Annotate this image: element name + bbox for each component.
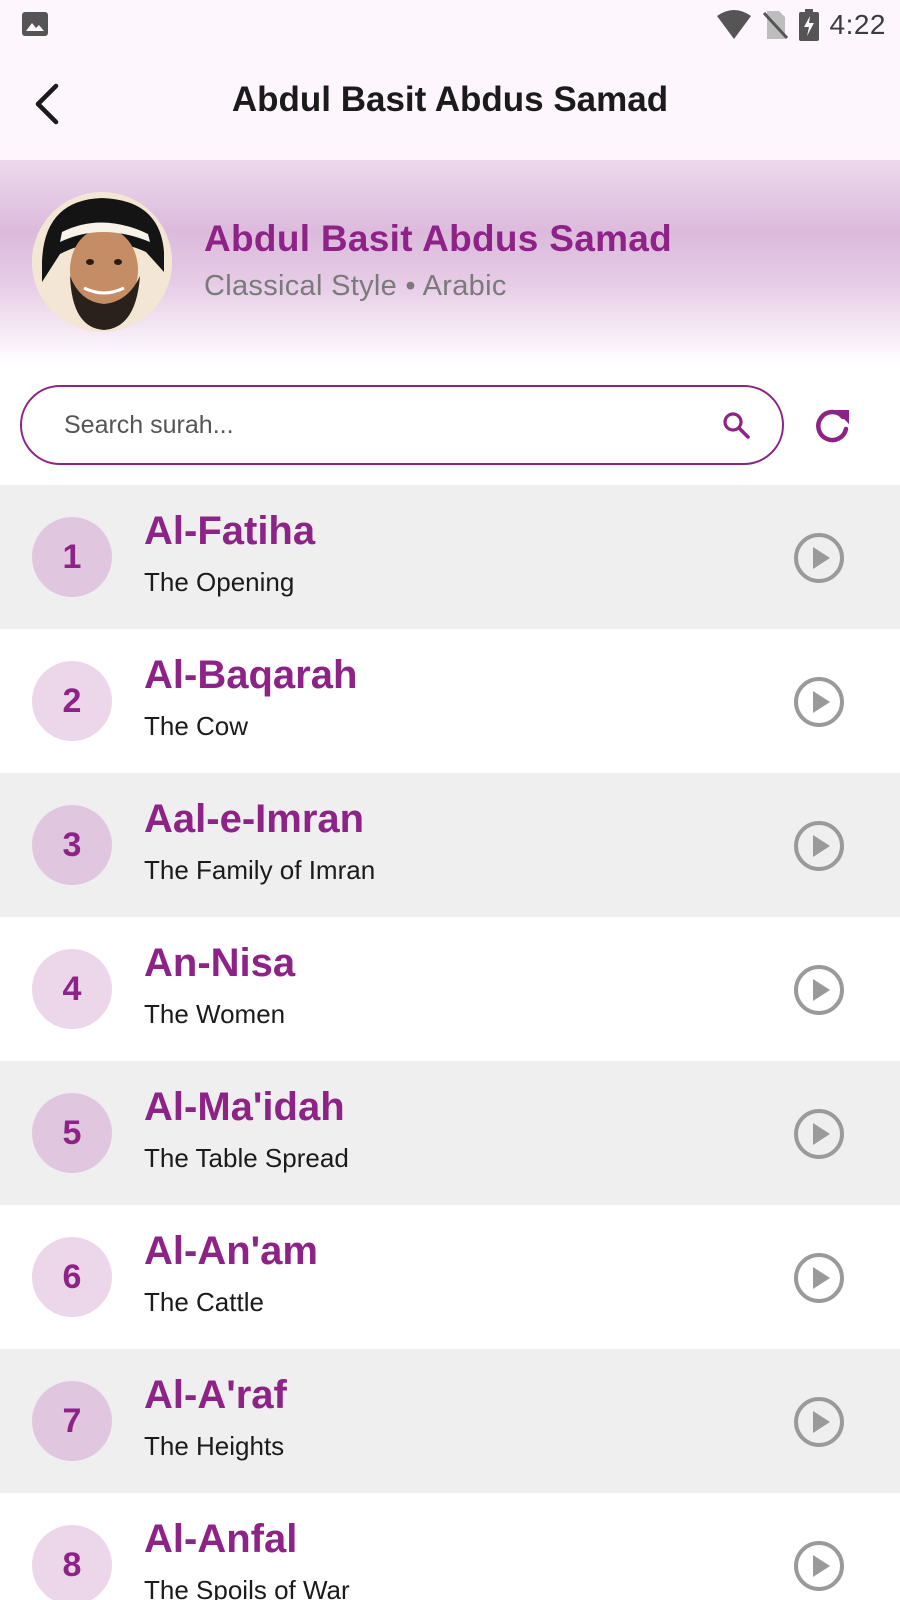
search-icon[interactable] — [720, 409, 752, 441]
play-button[interactable] — [792, 1539, 846, 1593]
surah-number-badge: 8 — [32, 1525, 112, 1600]
surah-meaning: The Heights — [144, 1431, 285, 1461]
surah-number-badge: 1 — [32, 517, 112, 597]
play-circle-icon — [794, 1397, 844, 1447]
play-button[interactable] — [792, 819, 846, 873]
search-input[interactable] — [64, 410, 720, 440]
play-button[interactable] — [792, 1251, 846, 1305]
surah-row[interactable]: 8 Al-Anfal The Spoils of War — [0, 1493, 900, 1600]
surah-number-badge: 4 — [32, 949, 112, 1029]
surah-meaning: The Family of Imran — [144, 855, 376, 885]
status-icons: 4:22 — [716, 8, 887, 42]
surah-name: Al-Ma'idah — [144, 1085, 345, 1129]
avatar-image — [32, 192, 172, 332]
surah-meaning: The Spoils of War — [144, 1575, 350, 1600]
surah-number-badge: 6 — [32, 1237, 112, 1317]
surah-name: Aal-e-Imran — [144, 797, 365, 841]
surah-row[interactable]: 1 Al-Fatiha The Opening — [0, 485, 900, 629]
status-bar: 4:22 — [0, 0, 900, 50]
surah-row[interactable]: 4 An-Nisa The Women — [0, 917, 900, 1061]
play-circle-icon — [794, 1541, 844, 1591]
surah-number-badge: 5 — [32, 1093, 112, 1173]
surah-name: Al-Baqarah — [144, 653, 358, 697]
surah-row[interactable]: 2 Al-Baqarah The Cow — [0, 629, 900, 773]
page-title: Abdul Basit Abdus Samad — [231, 80, 669, 119]
surah-name: Al-Fatiha — [144, 509, 316, 553]
surah-row[interactable]: 3 Aal-e-Imran The Family of Imran — [0, 773, 900, 917]
surah-number-badge: 7 — [32, 1381, 112, 1461]
image-icon — [22, 12, 48, 36]
wifi-icon — [716, 10, 751, 39]
play-circle-icon — [794, 821, 844, 871]
surah-meaning: The Table Spread — [144, 1143, 349, 1173]
surah-meaning: The Women — [144, 999, 286, 1029]
play-circle-icon — [794, 533, 844, 583]
surah-name: Al-A'raf — [144, 1373, 287, 1417]
surah-meaning: The Opening — [144, 567, 295, 597]
no-sim-icon — [762, 11, 788, 40]
surah-number-badge: 3 — [32, 805, 112, 885]
play-circle-icon — [794, 1109, 844, 1159]
play-circle-icon — [794, 677, 844, 727]
surah-meaning: The Cattle — [144, 1287, 264, 1317]
reciter-meta: Classical Style • Arabic — [204, 270, 507, 302]
surah-name: An-Nisa — [144, 941, 296, 985]
surah-name: Al-An'am — [144, 1229, 318, 1273]
status-time: 4:22 — [829, 9, 886, 40]
play-button[interactable] — [792, 1107, 846, 1161]
play-button[interactable] — [792, 1395, 846, 1449]
surah-name: Al-Anfal — [144, 1517, 298, 1561]
play-button[interactable] — [792, 963, 846, 1017]
surah-row[interactable]: 5 Al-Ma'idah The Table Spread — [0, 1061, 900, 1205]
play-circle-icon — [794, 1253, 844, 1303]
surah-row[interactable]: 7 Al-A'raf The Heights — [0, 1349, 900, 1493]
surah-number-badge: 2 — [32, 661, 112, 741]
refresh-icon — [816, 409, 849, 443]
surah-row[interactable]: 6 Al-An'am The Cattle — [0, 1205, 900, 1349]
app-bar: Abdul Basit Abdus Samad — [0, 50, 900, 160]
refresh-button[interactable] — [808, 401, 856, 449]
reciter-name: Abdul Basit Abdus Samad — [204, 218, 673, 259]
battery-charging-icon — [798, 9, 819, 41]
search-box[interactable] — [20, 385, 784, 465]
reciter-header: Abdul Basit Abdus Samad Classical Style … — [0, 160, 900, 365]
surah-meaning: The Cow — [144, 711, 249, 741]
play-circle-icon — [794, 965, 844, 1015]
surah-list: 1 Al-Fatiha The Opening 2 Al-Baqarah The… — [0, 485, 900, 1600]
play-button[interactable] — [792, 675, 846, 729]
search-row — [0, 365, 900, 485]
play-button[interactable] — [792, 531, 846, 585]
reciter-avatar — [32, 192, 172, 332]
